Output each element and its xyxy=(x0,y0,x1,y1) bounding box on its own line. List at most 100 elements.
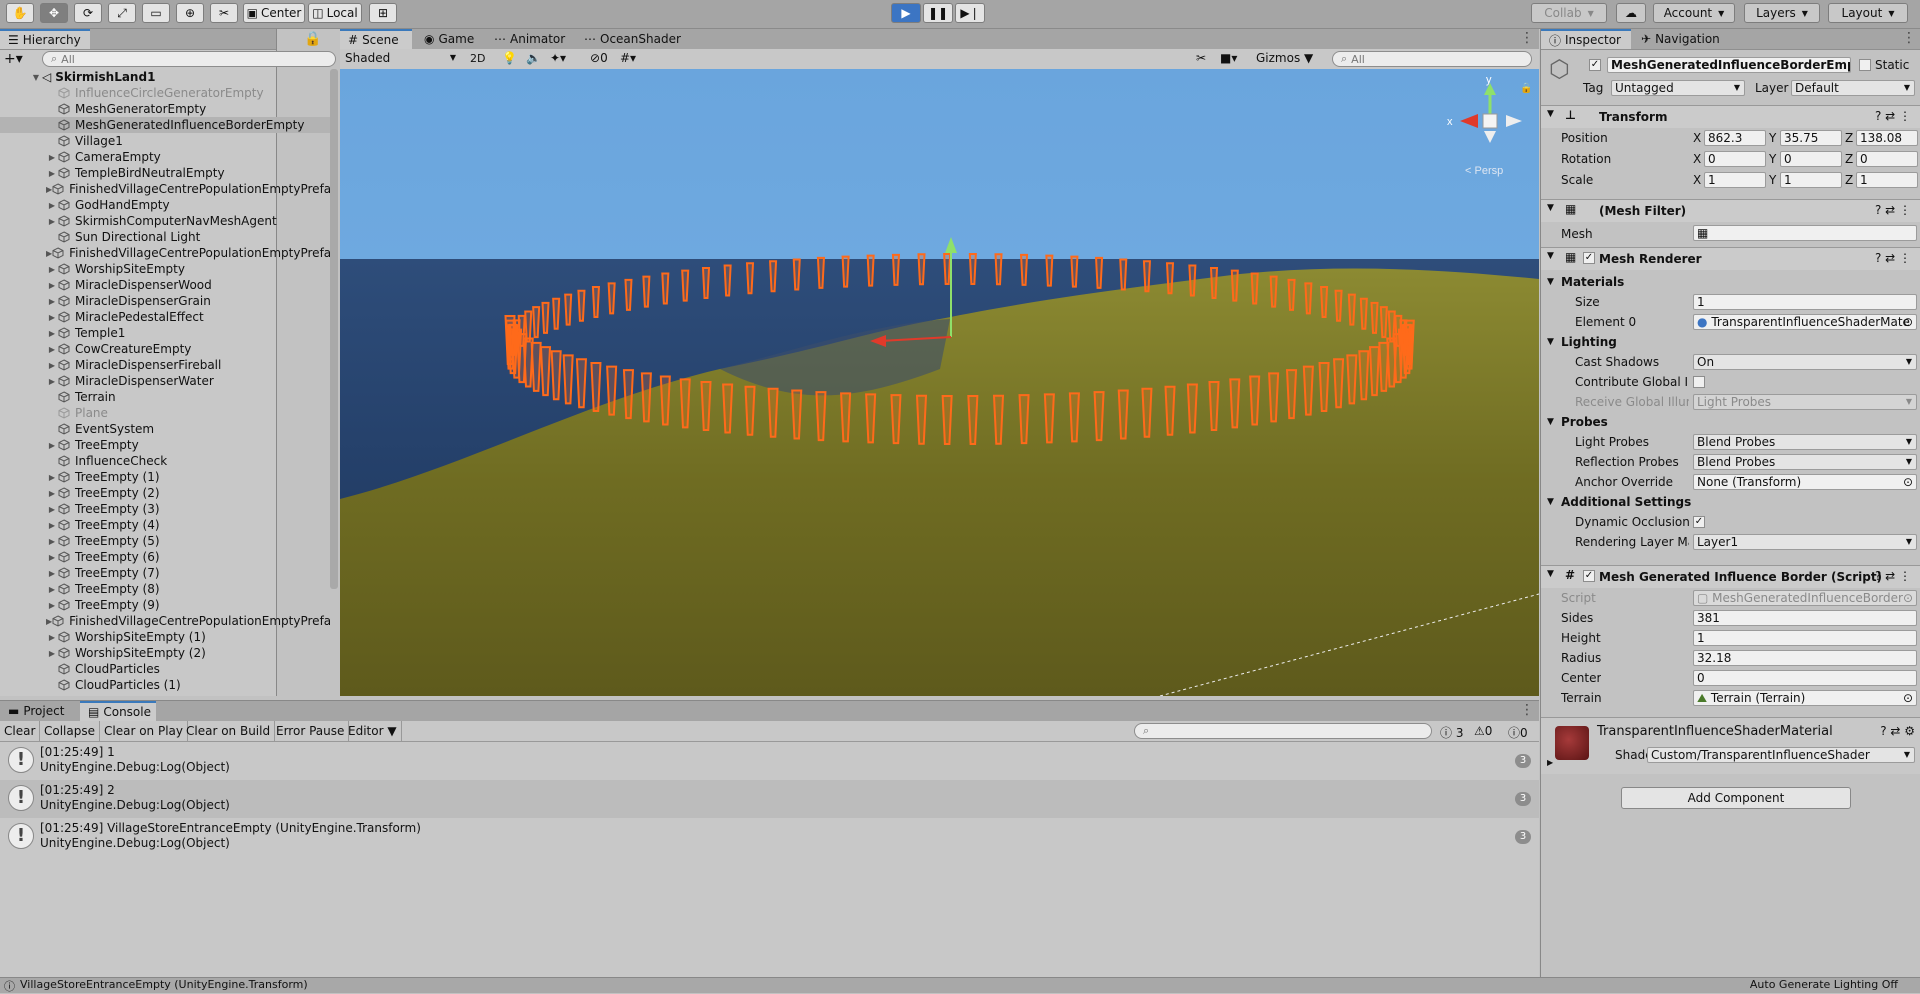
hierarchy-item[interactable]: MeshGeneratorEmpty xyxy=(0,101,330,117)
hierarchy-item[interactable]: ▶ TreeEmpty xyxy=(0,437,330,453)
receive-gi-dropdown[interactable]: Light Probes ▼ xyxy=(1693,394,1917,410)
inspector-menu-icon[interactable]: ⋮ xyxy=(1902,30,1916,46)
clear-on-play-button[interactable]: Clear on Play xyxy=(100,721,188,741)
add-component-button[interactable]: Add Component xyxy=(1621,787,1851,809)
tab-animator[interactable]: ⋯ Animator xyxy=(486,29,573,49)
chevron-right-icon[interactable]: ▶ xyxy=(46,633,58,642)
hierarchy-search-input[interactable]: ⌕ All xyxy=(42,51,336,67)
console-search-input[interactable]: ⌕ xyxy=(1134,723,1432,739)
hierarchy-item[interactable]: MeshGeneratedInfluenceBorderEmpty xyxy=(0,117,330,133)
tab-inspector[interactable]: ⓘ Inspector xyxy=(1541,29,1631,49)
foldout-icon[interactable]: ▼ xyxy=(1547,203,1554,213)
object-name-field[interactable]: MeshGeneratedInfluenceBorderEmpty xyxy=(1607,57,1851,73)
scale-x-field[interactable]: 1 xyxy=(1704,172,1766,188)
mode-2d-toggle[interactable]: 2D xyxy=(470,52,485,65)
contribute-gi-checkbox[interactable] xyxy=(1693,376,1705,388)
active-checkbox[interactable]: ✓ xyxy=(1589,59,1601,71)
grid-toggle-icon[interactable]: #▾ xyxy=(620,51,636,65)
effects-toggle-icon[interactable]: ✦▾ xyxy=(550,51,566,65)
pivot-center-button[interactable]: ▣ Center xyxy=(243,3,305,23)
mesh-filter-header[interactable]: ▼ ▦ (Mesh Filter) ? ⇄ ⋮ xyxy=(1541,199,1920,222)
hierarchy-item[interactable]: ▶ TreeEmpty (3) xyxy=(0,501,330,517)
scene-menu-icon[interactable]: ⋮ xyxy=(1520,30,1534,46)
rotation-x-field[interactable]: 0 xyxy=(1704,151,1766,167)
hierarchy-item[interactable]: ▶ TreeEmpty (1) xyxy=(0,469,330,485)
hierarchy-item[interactable]: ▶ CameraEmpty xyxy=(0,149,330,165)
component-menu-icon[interactable]: ? ⇄ ⋮ xyxy=(1875,203,1911,217)
account-dropdown[interactable]: Account ▼ xyxy=(1653,3,1735,23)
status-message[interactable]: VillageStoreEntranceEmpty (UnityEngine.T… xyxy=(20,978,308,991)
custom-tool-icon[interactable]: ✂ xyxy=(210,3,238,23)
script-enabled-checkbox[interactable]: ✓ xyxy=(1583,570,1595,582)
rotation-y-field[interactable]: 0 xyxy=(1780,151,1842,167)
tab-game[interactable]: ◉ Game xyxy=(416,29,482,49)
scale-y-field[interactable]: 1 xyxy=(1780,172,1842,188)
chevron-down-icon[interactable]: ▼ xyxy=(30,73,42,82)
tab-hierarchy[interactable]: ☰ Hierarchy xyxy=(0,29,90,49)
chevron-right-icon[interactable]: ▶ xyxy=(46,521,58,530)
log-count-toggle[interactable]: ⓘ 3 xyxy=(1440,724,1463,741)
chevron-right-icon[interactable]: ▶ xyxy=(46,601,58,610)
materials-foldout-label[interactable]: Materials xyxy=(1561,275,1624,289)
position-z-field[interactable]: 138.08 xyxy=(1856,130,1918,146)
hierarchy-item[interactable]: CloudParticles xyxy=(0,661,330,677)
editor-dropdown[interactable]: Editor ▼ xyxy=(344,721,402,741)
hierarchy-item[interactable]: ▶ WorshipSiteEmpty (1) xyxy=(0,629,330,645)
light-probes-dropdown[interactable]: Blend Probes ▼ xyxy=(1693,434,1917,450)
hidden-objects-toggle[interactable]: ⊘0 xyxy=(590,51,608,65)
hierarchy-item[interactable]: ▶ TreeEmpty (9) xyxy=(0,597,330,613)
chevron-right-icon[interactable]: ▶ xyxy=(46,585,58,594)
snap-icon[interactable]: ⊞ xyxy=(369,3,397,23)
lighting-foldout-label[interactable]: Lighting xyxy=(1561,335,1617,349)
rect-tool-icon[interactable]: ▭ xyxy=(142,3,170,23)
console-log-entry[interactable]: ! [01:25:49] 1 UnityEngine.Debug:Log(Objec… xyxy=(0,742,1539,780)
chevron-right-icon[interactable]: ▶ xyxy=(46,217,58,226)
hierarchy-item[interactable]: ▶ TempleBirdNeutralEmpty xyxy=(0,165,330,181)
collapse-button[interactable]: Collapse xyxy=(40,721,100,741)
collab-button[interactable]: Collab ▼ xyxy=(1531,3,1607,23)
auto-lighting-status[interactable]: Auto Generate Lighting Off xyxy=(1750,978,1898,991)
layout-dropdown[interactable]: Layout ▼ xyxy=(1828,3,1908,23)
foldout-icon[interactable]: ▼ xyxy=(1547,251,1554,261)
create-button[interactable]: +▾ xyxy=(4,51,23,67)
error-pause-button[interactable]: Error Pause xyxy=(272,721,350,741)
gizmos-dropdown[interactable]: Gizmos ▼ xyxy=(1256,51,1313,65)
persp-label[interactable]: < Persp xyxy=(1465,165,1503,177)
hierarchy-item[interactable]: ▶ MiracleDispenserGrain xyxy=(0,293,330,309)
chevron-right-icon[interactable]: ▶ xyxy=(46,201,58,210)
position-x-field[interactable]: 862.3 xyxy=(1704,130,1766,146)
play-button[interactable]: ▶ xyxy=(891,3,921,23)
hierarchy-item[interactable]: InfluenceCheck xyxy=(0,453,330,469)
chevron-right-icon[interactable]: ▶ xyxy=(46,553,58,562)
foldout-icon[interactable]: ▼ xyxy=(1547,277,1554,287)
shading-mode-dropdown[interactable]: Shaded ▼ xyxy=(342,51,460,67)
chevron-right-icon[interactable]: ▶ xyxy=(46,329,58,338)
object-picker-icon[interactable]: ⊙ xyxy=(1903,591,1913,605)
radius-field[interactable]: 32.18 xyxy=(1693,650,1917,666)
chevron-right-icon[interactable]: ▶ xyxy=(46,473,58,482)
hierarchy-item[interactable]: EventSystem xyxy=(0,421,330,437)
hierarchy-item[interactable]: Village1 xyxy=(0,133,330,149)
chevron-right-icon[interactable]: ▶ xyxy=(46,169,58,178)
scene-viewport[interactable]: x y < Persp 🔒 xyxy=(340,69,1539,696)
chevron-right-icon[interactable]: ▶ xyxy=(46,537,58,546)
hierarchy-item[interactable]: ▶ MiracleDispenserFireball xyxy=(0,357,330,373)
hierarchy-item[interactable]: CloudParticles (1) xyxy=(0,677,330,693)
chevron-right-icon[interactable]: ▶ xyxy=(46,489,58,498)
hierarchy-item[interactable]: ▶ FinishedVillageCentrePopulationEmptyPre… xyxy=(0,245,330,261)
hierarchy-item[interactable]: InfluenceCircleGeneratorEmpty xyxy=(0,85,330,101)
probes-foldout-label[interactable]: Probes xyxy=(1561,415,1608,429)
object-picker-icon[interactable]: ⊙ xyxy=(1903,315,1913,329)
position-y-field[interactable]: 35.75 xyxy=(1780,130,1842,146)
clear-on-build-button[interactable]: Clear on Build xyxy=(182,721,276,741)
material-element0-field[interactable]: ● TransparentInfluenceShaderMate ⊙ xyxy=(1693,314,1917,330)
hierarchy-item[interactable]: ▶ TreeEmpty (4) xyxy=(0,517,330,533)
anchor-override-field[interactable]: None (Transform) ⊙ xyxy=(1693,474,1917,490)
terrain-field[interactable]: ⛰ Terrain (Terrain) ⊙ xyxy=(1693,690,1917,706)
cast-shadows-dropdown[interactable]: On ▼ xyxy=(1693,354,1917,370)
sides-field[interactable]: 381 xyxy=(1693,610,1917,626)
reflection-probes-dropdown[interactable]: Blend Probes ▼ xyxy=(1693,454,1917,470)
component-menu-icon[interactable]: ? ⇄ ⋮ xyxy=(1875,109,1911,123)
chevron-right-icon[interactable]: ▶ xyxy=(46,265,58,274)
script-header[interactable]: ▼ # ✓ Mesh Generated Influence Border (S… xyxy=(1541,565,1920,588)
